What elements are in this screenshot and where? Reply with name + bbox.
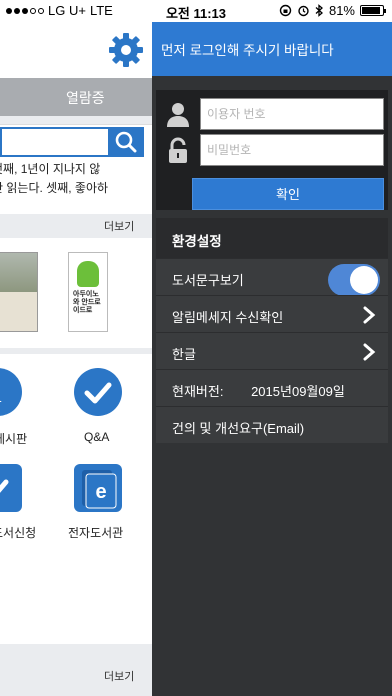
book-carousel: 아두이노와 안드로이드로 (0, 238, 152, 348)
background-app: 열람증 첫째, 1년이 지나지 않 만 읽는다. 셋째, 좋아하 더보기 아두이… (0, 22, 152, 696)
book-request-tile-label[interactable]: 도서신청 (0, 524, 36, 541)
version-value: 2015년09월09일 (251, 384, 345, 399)
settings-item-docs-view[interactable]: 도서문구보기 (156, 258, 388, 296)
version-label: 현재버전: (172, 384, 224, 399)
search-row (0, 124, 152, 158)
alarm-icon (298, 5, 309, 17)
app-top-bar (0, 22, 152, 78)
user-id-row (164, 98, 384, 130)
status-icons: 81% (279, 3, 386, 18)
android-robot-icon (77, 261, 99, 287)
login-panel: 확인 (156, 90, 388, 210)
notify-label: 알림메세지 수신확인 (172, 310, 284, 325)
side-drawer: 먼저 로그인해 주시기 바랍니다 확인 환경설정 도서문구보기 알림메세지 수신… (152, 22, 392, 696)
settings-gear-icon[interactable] (108, 32, 144, 68)
svg-text:i: i (0, 379, 2, 408)
password-input[interactable] (200, 134, 384, 166)
lock-icon (169, 137, 187, 163)
book-cover-2-title: 아두이노와 안드로이드로 (73, 291, 101, 314)
book-cover-2[interactable]: 아두이노와 안드로이드로 (68, 252, 108, 332)
tab-library-card[interactable]: 열람증 (66, 88, 105, 108)
settings-item-notify[interactable]: 알림메세지 수신확인 (156, 295, 388, 332)
search-icon (115, 131, 137, 153)
settings-title: 환경설정 (156, 218, 388, 258)
ebook-tile-icon[interactable]: e (74, 464, 122, 512)
svg-text:e: e (95, 481, 106, 503)
password-row (164, 134, 384, 166)
book-cover-1[interactable] (0, 252, 38, 332)
docs-view-label: 도서문구보기 (172, 273, 244, 288)
battery-icon (360, 5, 386, 16)
bluetooth-icon (315, 4, 323, 17)
language-label: 한글 (172, 347, 196, 362)
battery-percent: 81% (328, 3, 355, 18)
feedback-label: 건의 및 개선요구(Email) (172, 421, 305, 436)
search-button[interactable] (108, 127, 144, 157)
drawer-header: 먼저 로그인해 주시기 바랍니다 (152, 22, 392, 76)
settings-item-version: 현재버전: 2015년09월09일 (156, 369, 388, 406)
docs-view-toggle[interactable] (328, 264, 380, 296)
settings-item-feedback[interactable]: 건의 및 개선요구(Email) (156, 406, 388, 443)
user-icon (167, 103, 189, 127)
more-row-2: 더보기 (0, 660, 152, 696)
chevron-right-icon (363, 343, 376, 361)
app-tab-bar: 열람증 (0, 78, 152, 116)
rotation-lock-icon (279, 4, 292, 17)
confirm-button[interactable]: 확인 (192, 178, 384, 210)
news-line-2: 만 읽는다. 셋째, 좋아하 (0, 181, 109, 195)
news-text: 첫째, 1년이 지나지 않 만 읽는다. 셋째, 좋아하 (0, 158, 152, 214)
settings-section: 환경설정 도서문구보기 알림메세지 수신확인 한글 현재버전: 2015년09월… (156, 218, 388, 443)
search-input[interactable] (0, 127, 110, 157)
chevron-right-icon (363, 306, 376, 324)
board-tile-label[interactable]: 게시판 (0, 430, 27, 447)
more-row-1: 더보기 (0, 214, 152, 236)
board-tile-icon[interactable]: i (0, 368, 22, 416)
qna-tile-label[interactable]: Q&A (84, 430, 109, 444)
status-bar: LG U+ LTE 오전 11:13 81% (0, 0, 392, 22)
ebook-tile-label[interactable]: 전자도서관 (68, 524, 123, 541)
settings-item-language[interactable]: 한글 (156, 332, 388, 369)
qna-tile-icon[interactable] (74, 368, 122, 416)
news-line-1: 첫째, 1년이 지나지 않 (0, 162, 101, 176)
book-request-tile-icon[interactable] (0, 464, 22, 512)
user-id-input[interactable] (200, 98, 384, 130)
menu-tiles: i 게시판 Q&A 도서신청 e 전자도서관 (0, 354, 152, 644)
more-link-2[interactable]: 더보기 (104, 668, 134, 684)
more-link-1[interactable]: 더보기 (104, 218, 134, 234)
